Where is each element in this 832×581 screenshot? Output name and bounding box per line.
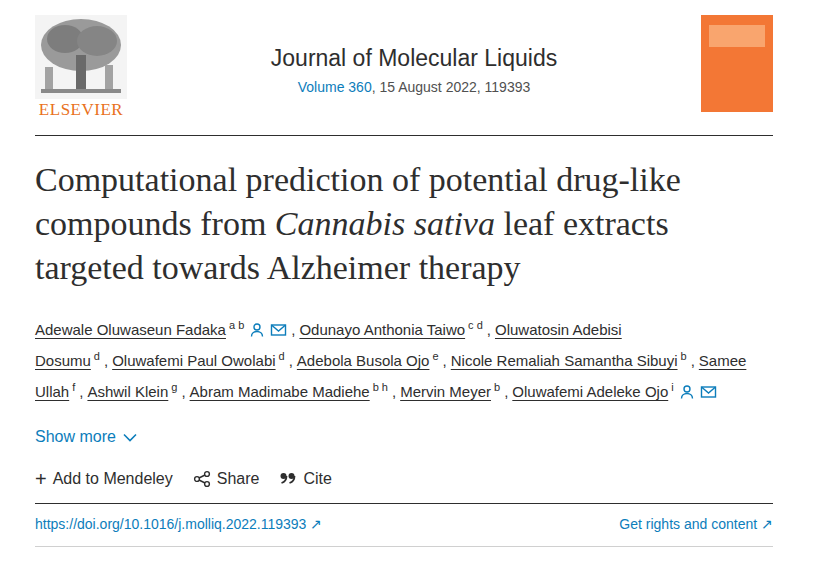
author-list: Adewale Oluwaseun Fadakaa b,Odunayo Anth… xyxy=(35,312,773,405)
action-bar: +Add to Mendeley Share Cite xyxy=(35,467,773,491)
journal-info: Journal of Molecular Liquids Volume 360, … xyxy=(127,15,701,97)
action-button[interactable]: Share xyxy=(193,467,260,491)
author-affiliation[interactable]: g xyxy=(171,381,177,393)
author: Abram Madimabe Madieheb h, xyxy=(190,383,401,400)
journal-header: ELSEVIER Journal of Molecular Liquids Volu… xyxy=(35,15,773,127)
show-more-label: Show more xyxy=(35,425,116,449)
tree-icon xyxy=(35,15,127,99)
divider xyxy=(35,135,773,136)
person-icon[interactable] xyxy=(679,384,695,400)
author-separator: , xyxy=(504,383,508,400)
link-bar: https://doi.org/10.1016/j.molliq.2022.11… xyxy=(35,504,773,544)
author-affiliation[interactable]: a b xyxy=(229,319,244,331)
author: Mervin Meyerb, xyxy=(400,383,512,400)
author-name[interactable]: Oluwafemi Paul Owolabi xyxy=(112,352,275,369)
author-name[interactable]: Oluwafemi Adeleke Ojo xyxy=(512,383,668,400)
author-affiliation[interactable]: b xyxy=(681,350,687,362)
volume-line: Volume 360, 15 August 2022, 119393 xyxy=(298,77,531,97)
author-name[interactable]: Adebola Busola Ojo xyxy=(297,352,430,369)
author-affiliation[interactable]: b h xyxy=(373,381,388,393)
author-name[interactable]: Mervin Meyer xyxy=(400,383,491,400)
action-button[interactable]: +Add to Mendeley xyxy=(35,467,173,491)
author-separator: , xyxy=(104,352,108,369)
doi-link[interactable]: https://doi.org/10.1016/j.molliq.2022.11… xyxy=(35,516,322,532)
external-arrow: ↗ xyxy=(761,516,773,532)
action-label: Add to Mendeley xyxy=(53,467,173,491)
author-name[interactable]: Abram Madimabe Madiehe xyxy=(190,383,370,400)
action-label: Cite xyxy=(303,467,331,491)
plus-icon: + xyxy=(35,467,47,491)
author: Oluwafemi Paul Owolabi d, xyxy=(112,352,297,369)
author-name[interactable]: Odunayo Anthonia Taiwo xyxy=(299,321,465,338)
author-affiliation[interactable]: e xyxy=(432,350,438,362)
divider xyxy=(35,503,773,504)
chevron-down-icon xyxy=(122,429,138,445)
journal-cover[interactable] xyxy=(701,15,773,112)
author: Oluwafemi Adeleke Ojoi xyxy=(512,383,716,400)
envelope-icon[interactable] xyxy=(270,322,287,338)
cover-band xyxy=(709,25,765,47)
author-name[interactable]: Adewale Oluwaseun Fadaka xyxy=(35,321,226,338)
author-separator: , xyxy=(79,383,83,400)
volume-link[interactable]: Volume 360 xyxy=(298,79,372,95)
author-separator: , xyxy=(392,383,396,400)
share-icon xyxy=(193,470,211,488)
author-separator: , xyxy=(181,383,185,400)
show-more-button[interactable]: Show more xyxy=(35,425,138,449)
publisher-logo[interactable]: ELSEVIER xyxy=(35,15,127,119)
quote-icon xyxy=(279,470,297,488)
journal-title[interactable]: Journal of Molecular Liquids xyxy=(271,43,557,73)
action-label: Share xyxy=(217,467,260,491)
author-separator: , xyxy=(291,321,295,338)
article-page: ELSEVIER Journal of Molecular Liquids Volu… xyxy=(0,0,773,547)
issue-info: , 15 August 2022, 119393 xyxy=(372,79,531,95)
external-arrow: ↗ xyxy=(310,516,322,532)
author-affiliation[interactable]: b xyxy=(494,381,500,393)
author-affiliation[interactable]: i xyxy=(671,381,673,393)
author: Nicole Remaliah Samantha Sibuyib, xyxy=(451,352,699,369)
author-separator: , xyxy=(443,352,447,369)
author-name[interactable]: Nicole Remaliah Samantha Sibuyi xyxy=(451,352,678,369)
author-separator: , xyxy=(289,352,293,369)
author-affiliation[interactable]: f xyxy=(72,381,75,393)
author: Odunayo Anthonia Taiwoc d, xyxy=(299,321,495,338)
author-separator: , xyxy=(691,352,695,369)
author-affiliation[interactable]: d xyxy=(94,350,100,362)
publisher-name[interactable]: ELSEVIER xyxy=(39,101,123,119)
envelope-icon[interactable] xyxy=(700,384,717,400)
rights-link[interactable]: Get rights and content ↗ xyxy=(619,516,773,532)
article-title: Computational prediction of potential dr… xyxy=(35,158,747,290)
author-affiliation[interactable]: c d xyxy=(468,319,483,331)
title-italic: Cannabis sativa xyxy=(275,205,495,242)
author: Adebola Busola Ojoe, xyxy=(297,352,451,369)
person-icon[interactable] xyxy=(249,322,265,338)
author: Ashwil Kleing, xyxy=(87,383,189,400)
author-separator: , xyxy=(487,321,491,338)
action-button[interactable]: Cite xyxy=(279,467,331,491)
author: Adewale Oluwaseun Fadakaa b, xyxy=(35,321,299,338)
author-affiliation[interactable]: d xyxy=(279,350,285,362)
author-name[interactable]: Ashwil Klein xyxy=(87,383,168,400)
divider xyxy=(35,546,773,547)
